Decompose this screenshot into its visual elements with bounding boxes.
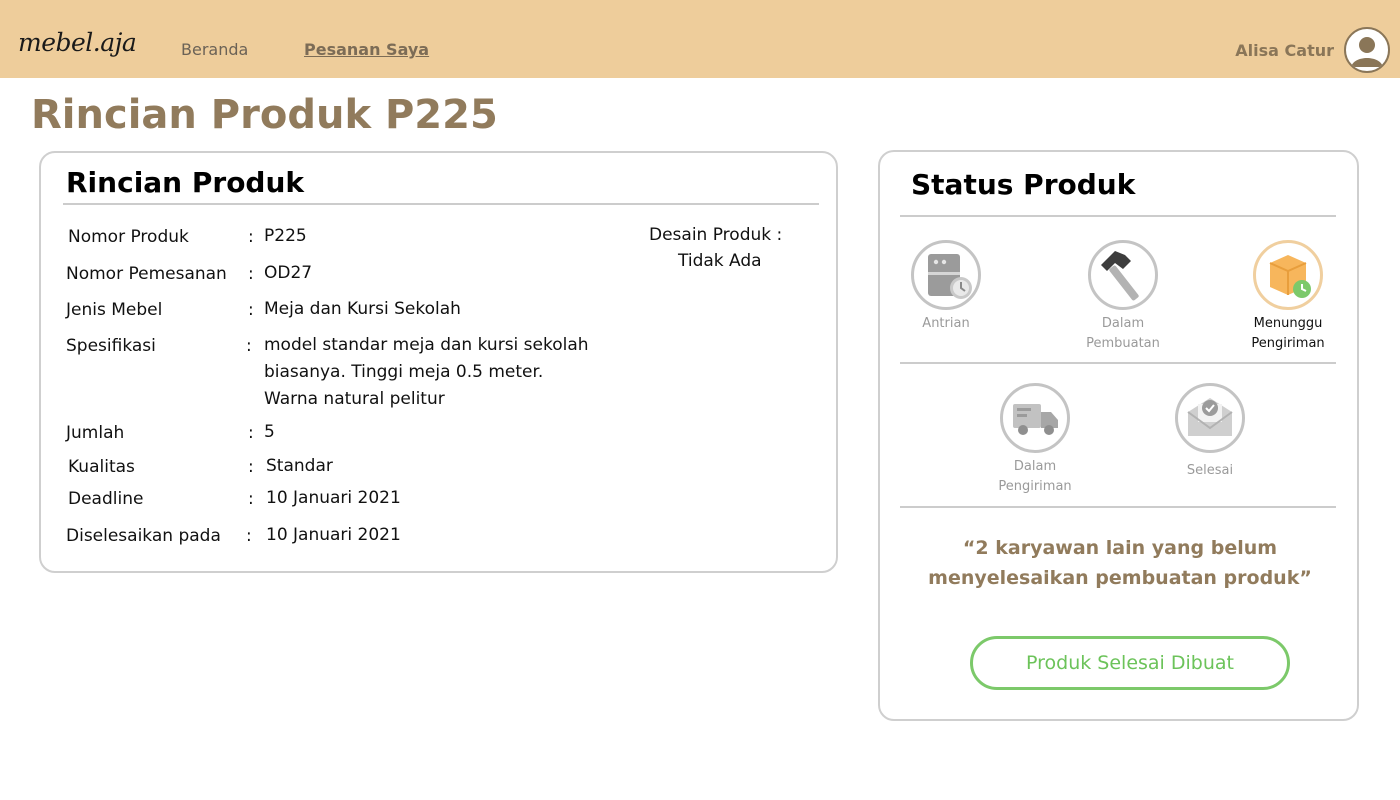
brand-logo[interactable]: mebel.aja [18, 28, 137, 57]
specification-line: model standar meja dan kursi sekolah [264, 335, 589, 355]
step-label-line: Dalam [1101, 316, 1145, 331]
label-deadline: Deadline [68, 489, 144, 509]
divider [900, 215, 1336, 217]
step-label-line: Pembuatan [1086, 336, 1160, 351]
nav-link-my-orders[interactable]: Pesanan Saya [304, 40, 429, 59]
label-quality: Kualitas [68, 457, 135, 477]
colon: : [248, 457, 254, 477]
label-specification: Spesifikasi [66, 336, 156, 356]
nav-link-home[interactable]: Beranda [181, 40, 248, 59]
step-label-line: Dalam [1013, 459, 1057, 474]
step-label-line: Selesai [1186, 463, 1234, 478]
label-completed-at: Diselesaikan pada [66, 526, 221, 546]
step-label: Dalam Pembuatan [1063, 314, 1183, 354]
divider [900, 362, 1336, 364]
step-label-line: Menunggu [1253, 316, 1323, 331]
colon: : [246, 526, 252, 546]
status-step-in-production: Dalam Pembuatan [1063, 240, 1183, 354]
step-label-line: Pengiriman [998, 479, 1072, 494]
colon: : [248, 264, 254, 284]
status-step-queue: Antrian [886, 240, 1006, 334]
step-label: Antrian [886, 314, 1006, 334]
step-label-line: Antrian [922, 316, 970, 331]
value-order-number: OD27 [264, 263, 313, 283]
value-deadline: 10 Januari 2021 [266, 488, 401, 508]
value-quality: Standar [266, 456, 333, 476]
label-order-number: Nomor Pemesanan [66, 264, 227, 284]
status-step-in-delivery: Dalam Pengiriman [975, 383, 1095, 497]
product-status-card: Status Produk Antrian Dalam Pembuatan Me… [878, 150, 1359, 721]
value-product-design: Tidak Ada [678, 251, 762, 271]
envelope-check-icon [1175, 383, 1245, 453]
value-completed-at: 10 Januari 2021 [266, 525, 401, 545]
step-label-line: Pengiriman [1251, 336, 1325, 351]
status-step-awaiting-shipment: Menunggu Pengiriman [1228, 240, 1348, 354]
user-name[interactable]: Alisa Catur [1235, 41, 1334, 60]
delivery-truck-icon [1000, 383, 1070, 453]
top-navbar: mebel.aja Beranda Pesanan Saya Alisa Cat… [0, 0, 1400, 78]
value-quantity: 5 [264, 422, 275, 442]
user-avatar-icon[interactable] [1344, 27, 1390, 73]
page-title: Rincian Produk P225 [31, 92, 498, 138]
specification-line: biasanya. Tinggi meja 0.5 meter. [264, 362, 544, 382]
colon: : [248, 423, 254, 443]
colon: : [248, 227, 254, 247]
divider [900, 506, 1336, 508]
specification-line: Warna natural pelitur [264, 389, 445, 409]
step-label: Selesai [1150, 461, 1270, 481]
product-detail-card: Rincian Produk Nomor Produk : P225 Nomor… [39, 151, 838, 573]
status-step-done: Selesai [1150, 383, 1270, 481]
pending-employees-note: “2 karyawan lain yang belum menyelesaika… [928, 537, 1312, 589]
label-product-design: Desain Produk : [649, 225, 783, 245]
colon: : [248, 489, 254, 509]
divider [63, 203, 819, 205]
value-furniture-type: Meja dan Kursi Sekolah [264, 299, 461, 319]
step-label: Menunggu Pengiriman [1228, 314, 1348, 354]
mark-product-done-button[interactable]: Produk Selesai Dibuat [970, 636, 1290, 690]
colon: : [246, 336, 252, 356]
product-status-title: Status Produk [911, 168, 1136, 201]
label-product-number: Nomor Produk [68, 227, 189, 247]
queue-server-clock-icon [911, 240, 981, 310]
value-product-number: P225 [264, 226, 307, 246]
hammer-icon [1088, 240, 1158, 310]
label-quantity: Jumlah [66, 423, 125, 443]
value-specification: model standar meja dan kursi sekolah bia… [264, 332, 624, 413]
package-clock-icon [1253, 240, 1323, 310]
colon: : [248, 300, 254, 320]
product-detail-title: Rincian Produk [66, 166, 305, 199]
step-label: Dalam Pengiriman [975, 457, 1095, 497]
label-furniture-type: Jenis Mebel [66, 300, 163, 320]
